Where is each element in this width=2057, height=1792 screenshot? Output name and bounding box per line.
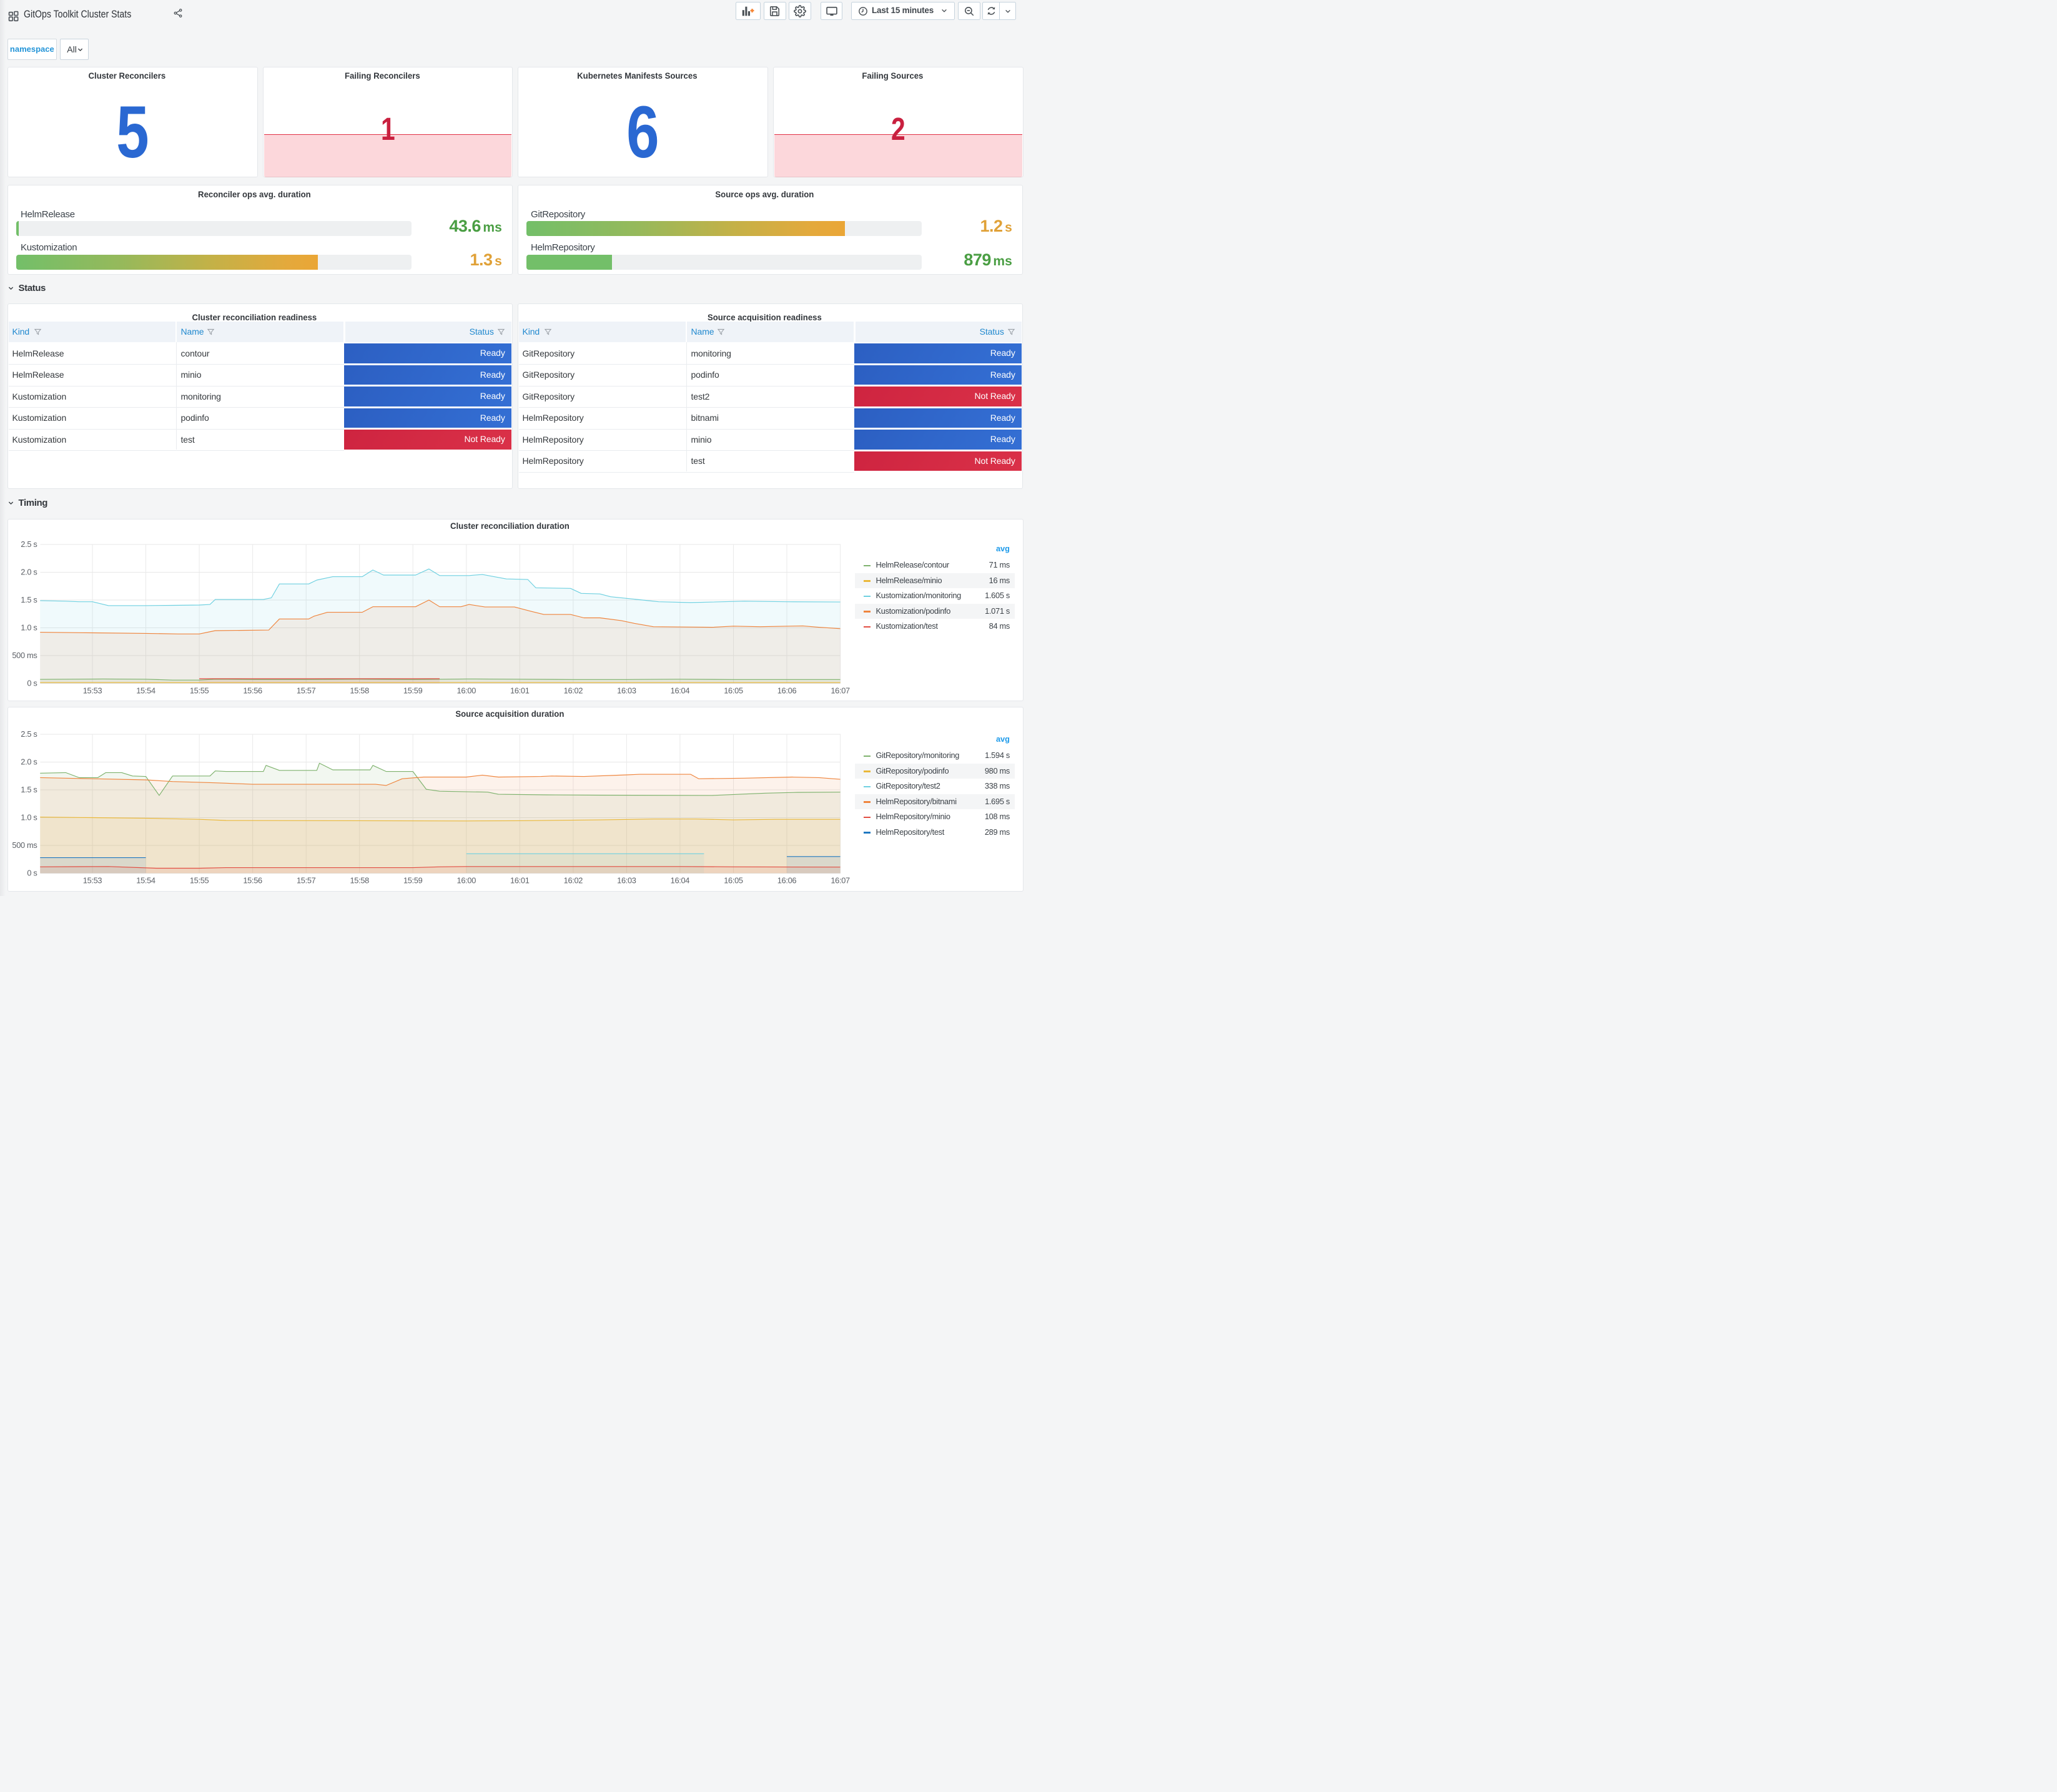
- svg-text:16:00: 16:00: [457, 686, 476, 695]
- svg-text:15:55: 15:55: [190, 686, 209, 695]
- svg-text:0 s: 0 s: [27, 868, 37, 877]
- svg-text:16:01: 16:01: [510, 686, 530, 695]
- svg-text:1.0 s: 1.0 s: [21, 623, 37, 632]
- svg-text:15:59: 15:59: [403, 875, 423, 885]
- svg-text:15:54: 15:54: [136, 875, 155, 885]
- svg-text:0 s: 0 s: [27, 678, 37, 687]
- svg-text:500 ms: 500 ms: [12, 840, 37, 850]
- svg-text:16:06: 16:06: [777, 875, 797, 885]
- svg-text:15:59: 15:59: [403, 686, 423, 695]
- svg-text:16:05: 16:05: [724, 875, 743, 885]
- svg-text:2.5 s: 2.5 s: [21, 539, 37, 549]
- svg-text:15:58: 15:58: [350, 875, 369, 885]
- svg-text:15:54: 15:54: [136, 686, 155, 695]
- svg-text:15:56: 15:56: [243, 686, 262, 695]
- svg-text:500 ms: 500 ms: [12, 651, 37, 660]
- svg-text:2.0 s: 2.0 s: [21, 567, 37, 576]
- svg-text:2.0 s: 2.0 s: [21, 757, 37, 766]
- svg-text:16:02: 16:02: [564, 875, 583, 885]
- svg-text:1.0 s: 1.0 s: [21, 812, 37, 822]
- svg-text:16:01: 16:01: [510, 875, 530, 885]
- svg-text:16:04: 16:04: [671, 875, 690, 885]
- svg-text:1.5 s: 1.5 s: [21, 785, 37, 794]
- svg-text:16:07: 16:07: [831, 875, 850, 885]
- svg-text:15:56: 15:56: [243, 875, 262, 885]
- svg-text:16:06: 16:06: [777, 686, 797, 695]
- svg-text:15:57: 15:57: [297, 686, 316, 695]
- svg-text:15:53: 15:53: [83, 686, 102, 695]
- svg-text:15:57: 15:57: [297, 875, 316, 885]
- svg-text:16:04: 16:04: [671, 686, 690, 695]
- svg-text:15:58: 15:58: [350, 686, 369, 695]
- svg-text:16:05: 16:05: [724, 686, 743, 695]
- svg-text:2.5 s: 2.5 s: [21, 729, 37, 739]
- svg-text:16:00: 16:00: [457, 875, 476, 885]
- svg-text:16:03: 16:03: [617, 875, 636, 885]
- svg-text:16:07: 16:07: [831, 686, 850, 695]
- svg-text:15:53: 15:53: [83, 875, 102, 885]
- svg-text:16:02: 16:02: [564, 686, 583, 695]
- svg-text:1.5 s: 1.5 s: [21, 595, 37, 604]
- svg-text:16:03: 16:03: [617, 686, 636, 695]
- svg-text:15:55: 15:55: [190, 875, 209, 885]
